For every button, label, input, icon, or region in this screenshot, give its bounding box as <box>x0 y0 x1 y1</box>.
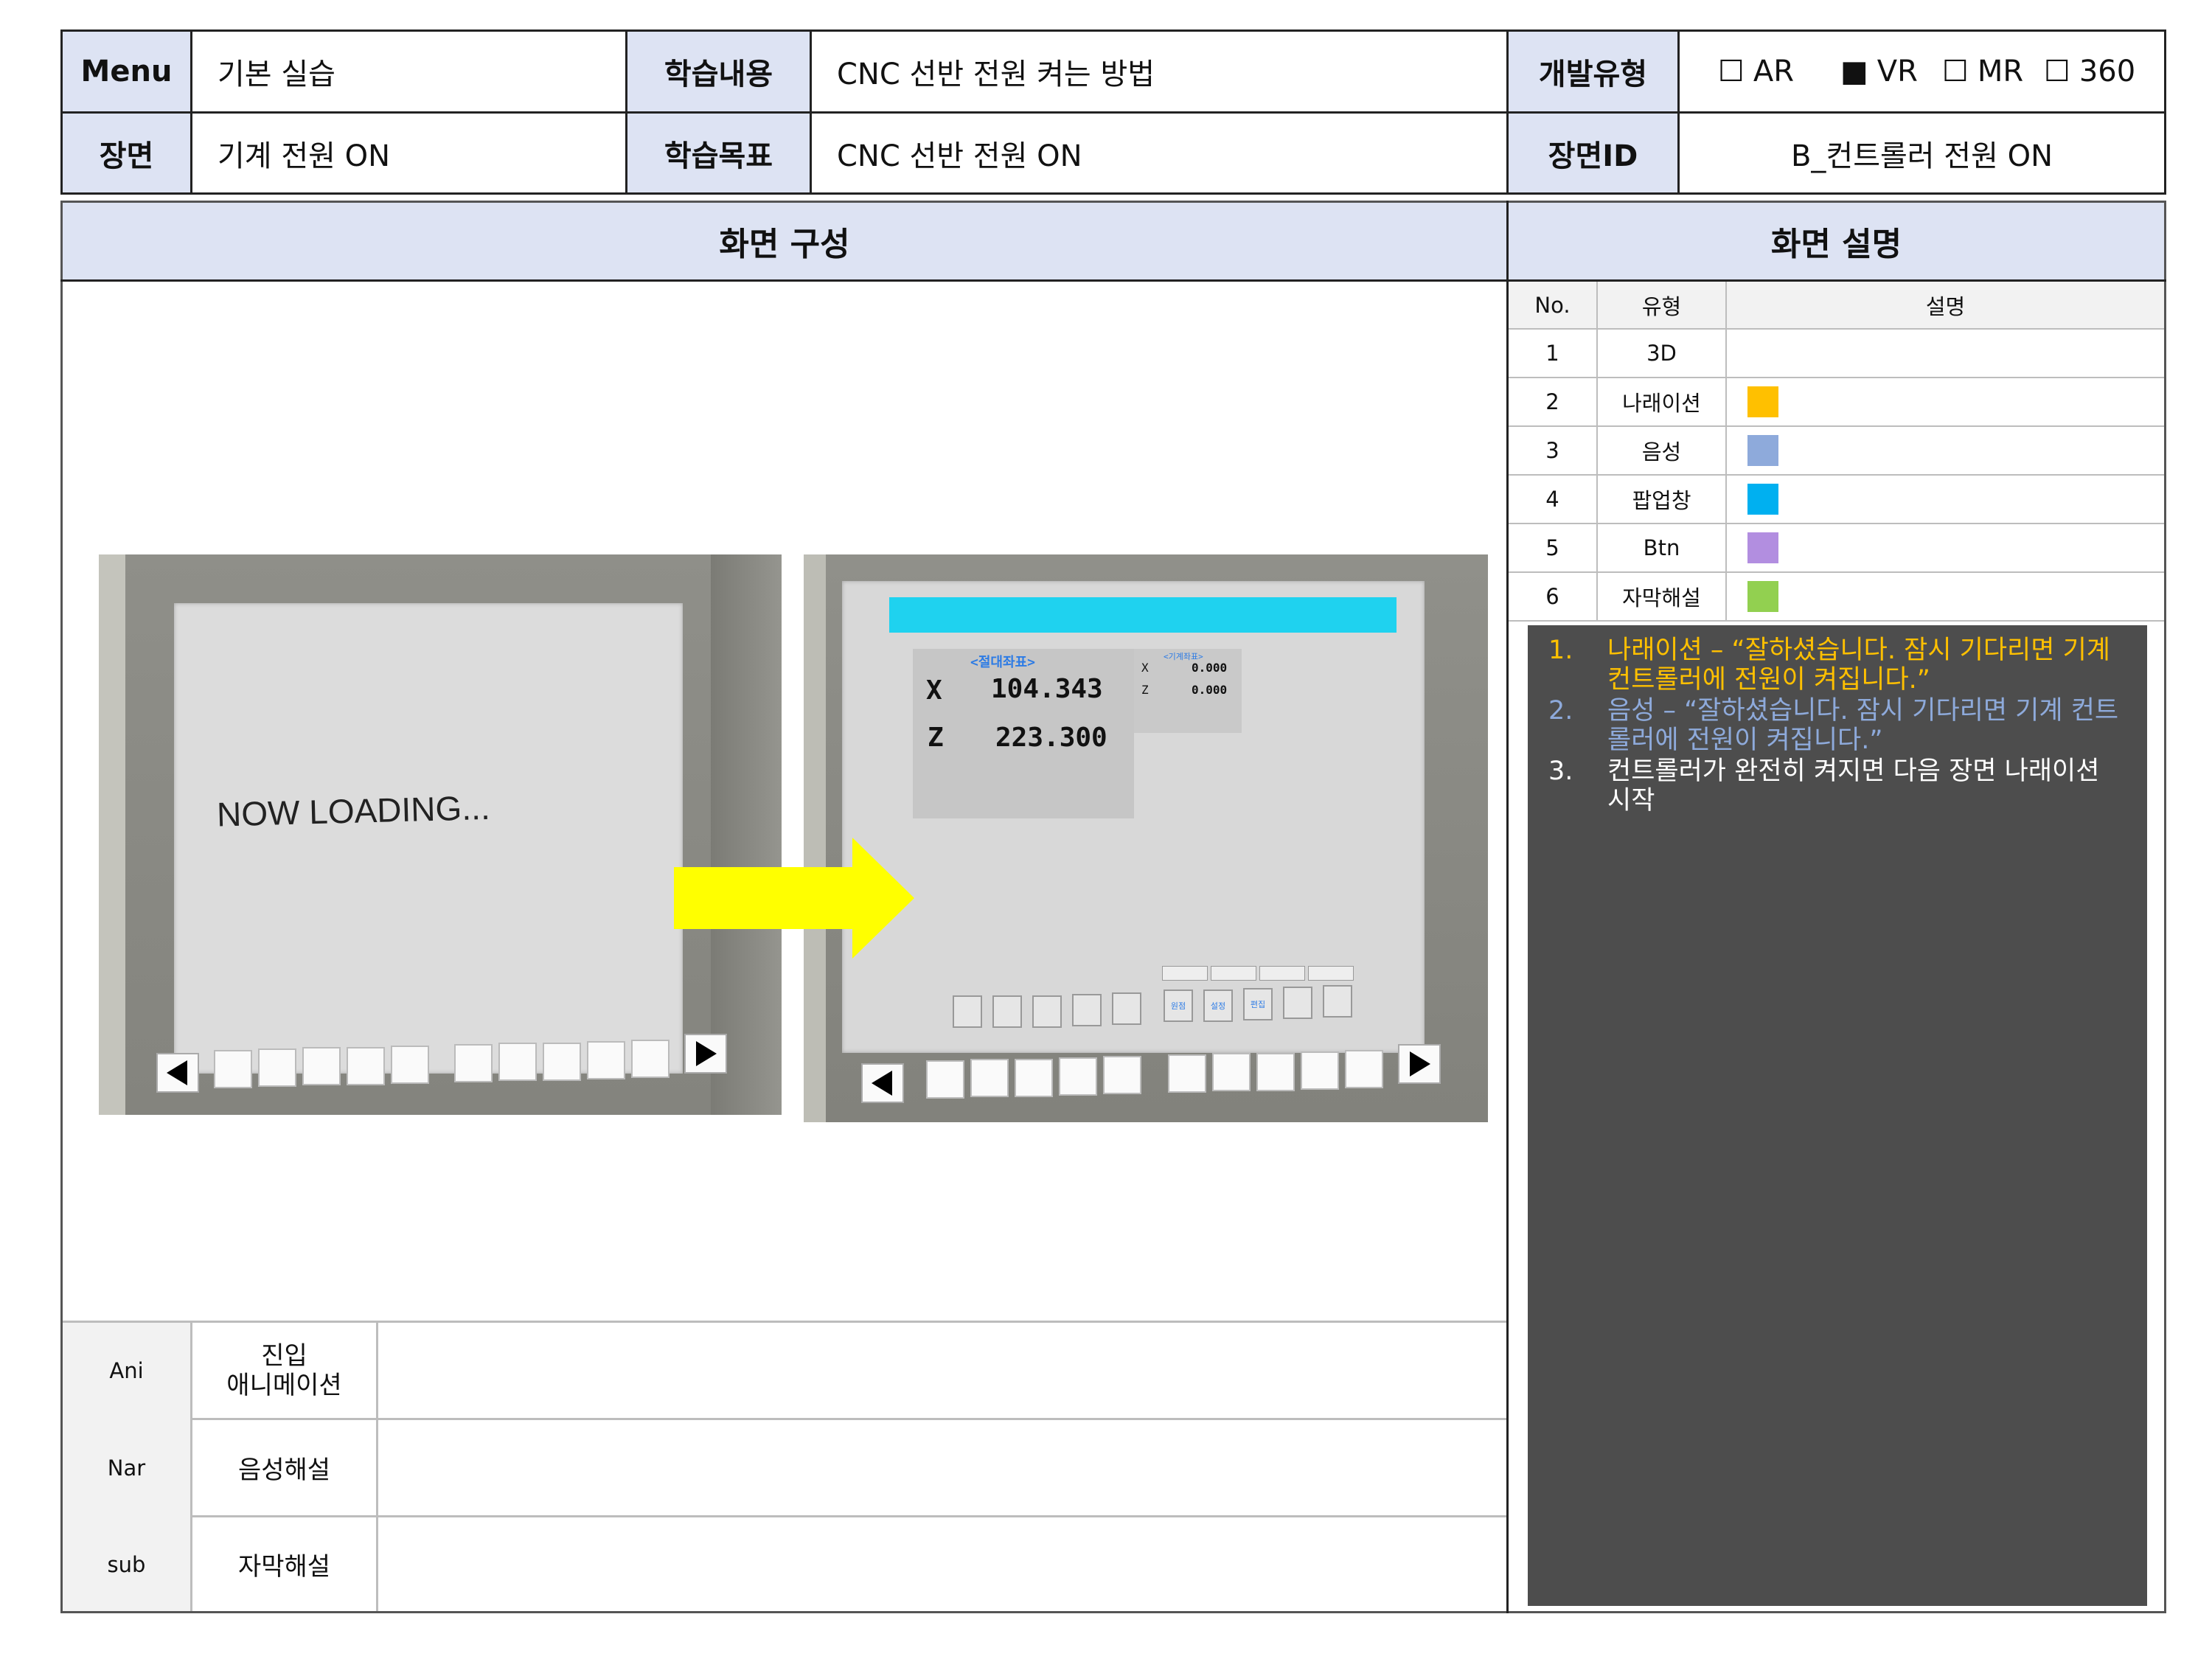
desc-item-2: 2. 음성 – “잘하셨습니다. 잠시 기다리면 기계 컨트롤러에 전원이 켜집니… <box>1548 696 2119 755</box>
legend-type: 자막해설 <box>1622 585 1701 611</box>
next-arrow-icon <box>1398 1044 1441 1084</box>
legend-no: 6 <box>1545 584 1559 609</box>
content-value: CNC 선반 전원 켜는 방법 <box>837 58 1155 91</box>
description-box: 1. 나래이션 – “잘하셨습니다. 잠시 기다리면 기계 컨트롤러에 전원이 켜… <box>1528 625 2147 1606</box>
machine-coord-panel: <기계좌표> X 0.000 Z 0.000 <box>1134 649 1242 733</box>
row-label-sub: 자막해설 <box>237 1552 331 1582</box>
checkbox-icon: ☐ <box>1718 55 1745 88</box>
legend-type: 팝업창 <box>1632 488 1691 513</box>
legend-header-type: 유형 <box>1641 293 1682 319</box>
devtype-mr[interactable]: ☐ MR <box>1942 55 2044 88</box>
legend-type: 3D <box>1646 341 1677 366</box>
goal-label: 학습목표 <box>627 114 810 192</box>
row-code-nar: Nar <box>107 1455 146 1481</box>
scene-value: 기계 전원 ON <box>218 139 391 173</box>
aux-z-value: 0.000 <box>1192 683 1228 697</box>
devtype-label: 개발유형 <box>1509 32 1677 111</box>
composition-title: 화면 구성 <box>63 203 1506 279</box>
desc-item-3: 3. 컨트롤러가 완전히 켜지면 다음 장면 나래이션 시작 <box>1548 757 2100 815</box>
aux-x-label: X <box>1141 661 1149 675</box>
x-label: X <box>926 675 942 706</box>
goal-value: CNC 선반 전원 ON <box>837 139 1082 173</box>
devtype-360[interactable]: ☐ 360 <box>2044 55 2135 88</box>
legend-swatch-voice <box>1747 435 1778 466</box>
legend-type: Btn <box>1643 535 1680 560</box>
legend-no: 3 <box>1545 438 1559 463</box>
content-label: 학습내용 <box>627 32 810 111</box>
legend-type: 음성 <box>1641 439 1682 465</box>
cnc-btn-2[interactable]: 설정 <box>1203 990 1233 1022</box>
aux-x-value: 0.000 <box>1192 661 1228 675</box>
checkbox-icon: ☐ <box>2044 55 2070 88</box>
x-value: 104.343 <box>991 674 1103 704</box>
row-label-ani: 진입 애니메이션 <box>226 1340 342 1400</box>
devtype-ar[interactable]: ☐ AR <box>1718 55 1840 88</box>
cnc-btn-1[interactable]: 원점 <box>1164 990 1193 1022</box>
sceneid-value: B_컨트롤러 전원 ON <box>1790 139 2053 173</box>
desc-item-1: 1. 나래이션 – “잘하셨습니다. 잠시 기다리면 기계 컨트롤러에 전원이 켜… <box>1548 636 2110 695</box>
row-code-sub: sub <box>107 1551 146 1577</box>
legend-no: 2 <box>1545 389 1559 414</box>
next-arrow-icon <box>684 1034 727 1074</box>
row-code-ani: Ani <box>109 1357 144 1383</box>
devtype-options: ☐ AR ■ VR ☐ MR ☐ 360 <box>1680 32 2164 111</box>
prev-arrow-icon <box>861 1063 904 1103</box>
legend-type: 나래이션 <box>1622 391 1701 416</box>
cnc-btn-3[interactable]: 편집 <box>1243 988 1273 1020</box>
legend-header-no: No. <box>1534 292 1571 318</box>
menu-value: 기본 실습 <box>218 58 335 91</box>
z-value: 223.300 <box>995 723 1107 753</box>
row-label-nar: 음성해설 <box>237 1455 331 1485</box>
sceneid-label: 장면ID <box>1509 114 1677 192</box>
menu-label: Menu <box>63 32 190 111</box>
legend-no: 1 <box>1545 341 1559 366</box>
checkbox-icon: ☐ <box>1942 55 1969 88</box>
legend-swatch-popup <box>1747 484 1778 515</box>
coord-title: <절대좌표> <box>970 655 1035 670</box>
prev-arrow-icon <box>156 1053 199 1093</box>
cnc-title-bar <box>889 597 1397 633</box>
description-title: 화면 설명 <box>1509 203 2164 279</box>
legend-swatch-subtitle <box>1747 581 1778 612</box>
legend-swatch-narration <box>1747 386 1778 417</box>
legend-header-desc: 설명 <box>1925 293 1966 319</box>
z-label: Z <box>928 723 944 753</box>
checkbox-checked-icon: ■ <box>1840 55 1868 88</box>
legend-no: 5 <box>1545 535 1559 560</box>
legend-no: 4 <box>1545 487 1559 512</box>
coord-panel: <절대좌표> X 104.343 Z 223.300 <box>913 649 1134 818</box>
scene-label: 장면 <box>63 114 190 192</box>
loading-screenshot: NOW LOADING... <box>99 554 782 1115</box>
transition-arrow-icon <box>674 838 914 959</box>
devtype-vr[interactable]: ■ VR <box>1840 55 1942 88</box>
aux-z-label: Z <box>1141 683 1149 697</box>
legend-swatch-btn <box>1747 532 1778 563</box>
